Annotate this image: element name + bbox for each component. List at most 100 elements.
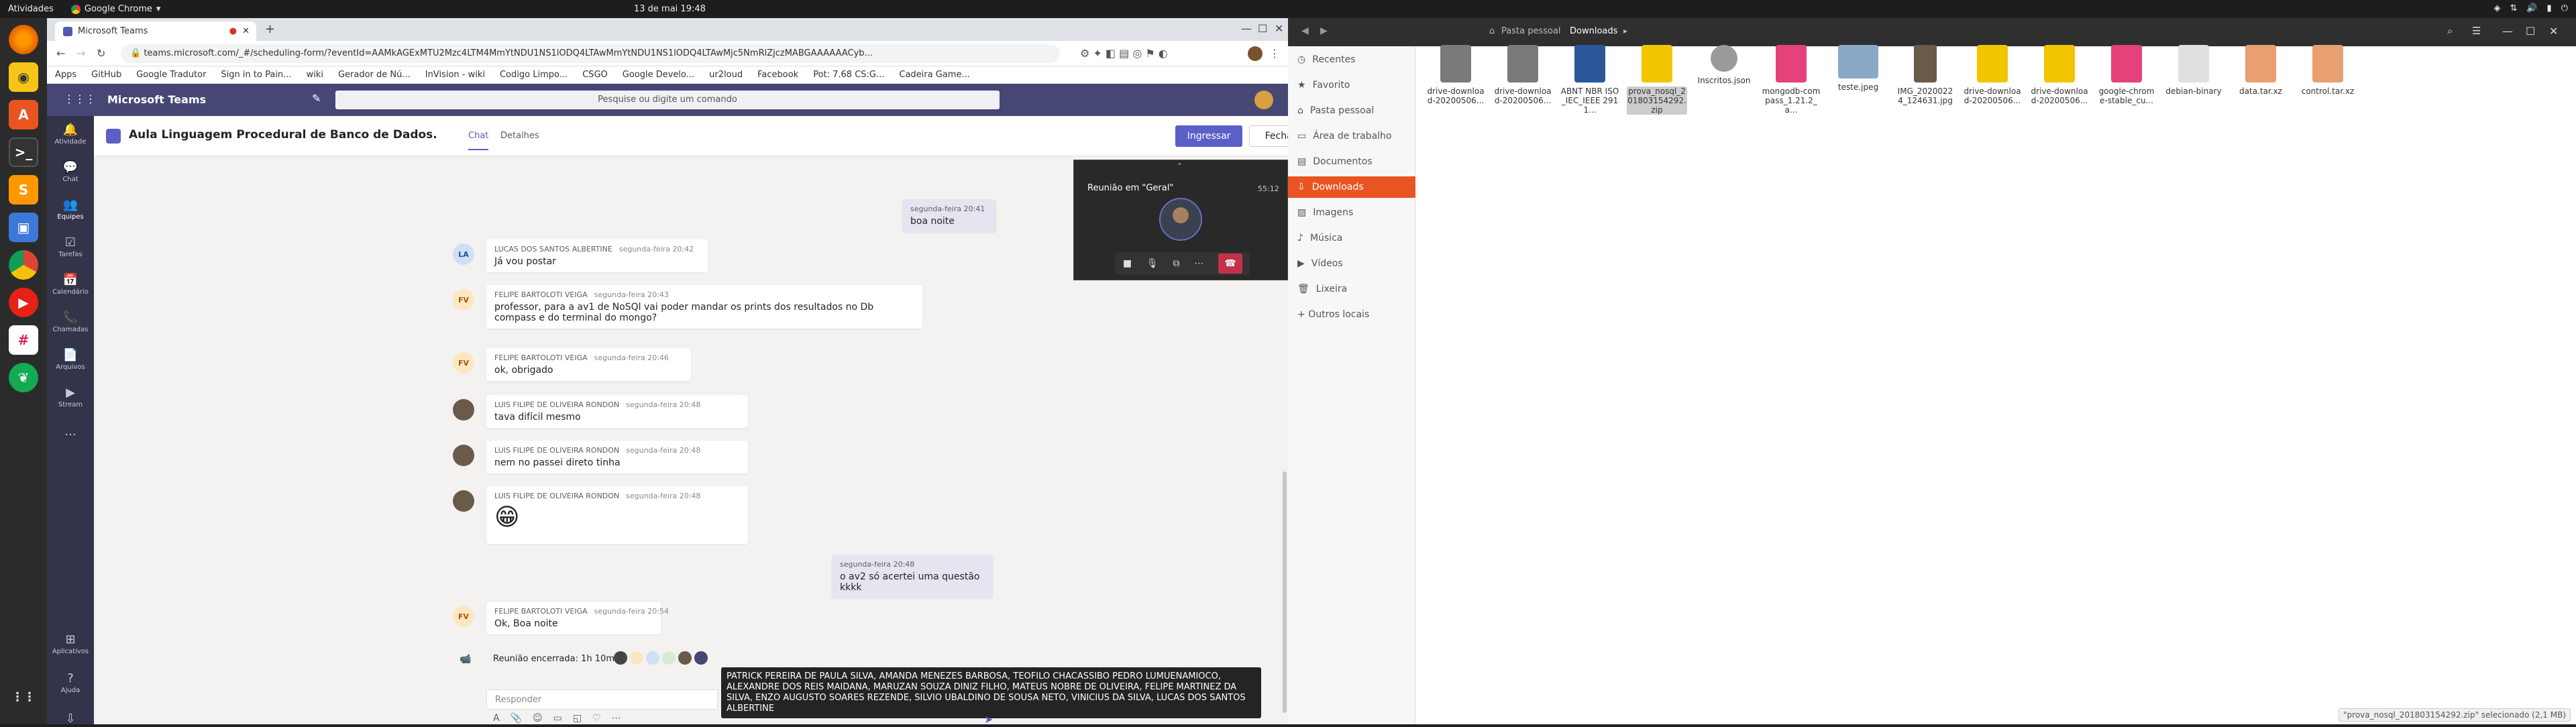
chrome-menu-icon[interactable]: ⋮ [1269, 47, 1280, 60]
join-button[interactable]: Ingressar [1175, 125, 1242, 147]
call-more-icon[interactable]: ⋯ [1194, 258, 1203, 269]
app-launcher-icon[interactable]: ⋮⋮⋮ [64, 93, 96, 105]
back-icon[interactable]: ← [56, 47, 65, 60]
software-center-icon[interactable]: A [9, 100, 38, 129]
tab-teams[interactable]: Microsoft Teams ● ✕ [55, 21, 256, 41]
rail-teams[interactable]: 👥 Equipes [47, 198, 94, 221]
vscode-icon[interactable]: ▣ [9, 213, 38, 242]
praise-icon[interactable]: ♡ [592, 713, 601, 724]
sidebar-item-desktop[interactable]: ▭ Área de trabalho [1288, 125, 1415, 147]
bookmark-google-develo[interactable]: Google Develo... [623, 70, 694, 80]
minimize-icon[interactable]: — [1241, 22, 1252, 35]
sublime-icon[interactable]: S [9, 175, 38, 205]
file-item[interactable]: IMG_20200224_124631.jpg [1895, 45, 1955, 105]
file-item[interactable]: drive-download-20200506... [2029, 45, 2090, 105]
tab-details[interactable]: Detalhes [500, 131, 539, 141]
show-apps-icon[interactable]: ⋮⋮ [9, 682, 38, 712]
chat-scrollbar[interactable] [1283, 471, 1287, 713]
tab-chat[interactable]: Chat [468, 131, 489, 150]
chrome-dock-icon[interactable] [9, 250, 38, 280]
new-chat-icon[interactable]: ✎ [312, 92, 321, 105]
file-item[interactable]: ABNT NBR ISO_IEC_IEEE 2911... [1560, 45, 1620, 115]
rail-tasks[interactable]: ☑ Tarefas [47, 235, 94, 258]
close-tab-icon[interactable]: ✕ [242, 26, 250, 36]
sidebar-item-lixeira[interactable]: 🗑 Lixeira [1288, 278, 1415, 300]
user-avatar[interactable] [1254, 91, 1273, 109]
rail-download[interactable]: ⇩ [47, 712, 94, 727]
bookmark-wiki[interactable]: wiki [307, 70, 323, 80]
emoji-icon[interactable]: ☺ [533, 713, 543, 724]
file-item[interactable]: drive-download-20200506... [1962, 45, 2023, 105]
sidebar-item-videos[interactable]: ▶ Vídeos [1288, 253, 1415, 274]
maximize-icon[interactable]: ☐ [1258, 22, 1267, 35]
bookmark-sign-in[interactable]: Sign in to Pain... [221, 70, 291, 80]
share-screen-icon[interactable]: ⧉ [1173, 258, 1180, 269]
file-item[interactable]: data.tar.xz [2231, 45, 2291, 96]
rail-stream[interactable]: ▶ Stream [47, 386, 94, 408]
bookmark-apps[interactable]: Apps [55, 70, 76, 80]
sidebar-item-favorito[interactable]: ★ Favorito [1288, 74, 1415, 96]
sticker-icon[interactable]: ◱ [573, 713, 582, 724]
microphone-icon[interactable]: 🎙 [1146, 258, 1159, 269]
breadcrumb-downloads[interactable]: Downloads [1570, 26, 1617, 36]
file-item[interactable]: teste.jpeg [1828, 45, 1888, 92]
bookmark-pot[interactable]: Pot: 7.68 CS:G... [813, 70, 884, 80]
file-item[interactable]: mongodb-compass_1.21.2_a... [1761, 45, 1821, 115]
more-options-icon[interactable]: ⋯ [612, 713, 621, 724]
attach-icon[interactable]: 📎 [511, 713, 522, 724]
firefox-icon[interactable] [9, 25, 38, 54]
search-input[interactable]: Pesquise ou digite um comando [335, 91, 1000, 109]
sidebar-item-documentos[interactable]: ▤ Documentos [1288, 151, 1415, 172]
sidebar-item-downloads[interactable]: ⇩ Downloads [1288, 176, 1415, 198]
network-icon[interactable]: ⇅ [2510, 3, 2517, 13]
extensions-icon[interactable]: ⚙ ✦ ◧ ▤ ◎ ⚑ ◐ [1080, 47, 1168, 60]
sidebar-item-recentes[interactable]: ◷ Recentes [1288, 49, 1415, 70]
breadcrumb-chevron-icon[interactable]: ▸ [1623, 26, 1627, 36]
forward-icon[interactable]: ▶ [1320, 25, 1328, 36]
activities-button[interactable]: Atividades [8, 4, 54, 14]
sidebar-item-outros-locais[interactable]: + Outros locais [1288, 304, 1415, 325]
sidebar-item-imagens[interactable]: ▨ Imagens [1288, 202, 1415, 223]
file-item[interactable]: google-chrome-stable_cu... [2096, 45, 2157, 105]
search-icon[interactable]: ⌕ [2447, 25, 2453, 37]
new-tab-button[interactable]: + [265, 22, 275, 36]
breadcrumb-home[interactable]: Pasta pessoal [1501, 26, 1561, 36]
bookmark-facebook[interactable]: Facebook [757, 70, 798, 80]
address-bar[interactable]: 🔒 teams.microsoft.com/_#/scheduling-form… [121, 44, 1060, 63]
bookmark-google-tradutor[interactable]: Google Tradutor [136, 70, 206, 80]
mongodb-icon[interactable]: ❦ [9, 363, 38, 392]
send-icon[interactable]: ➤ [984, 713, 993, 726]
file-item[interactable]: drive-download-20200506... [1426, 45, 1486, 105]
hang-up-button[interactable]: ☎ [1218, 254, 1243, 274]
rhythmbox-icon[interactable]: ◉ [9, 62, 38, 92]
rail-activity[interactable]: 🔔 Atividade [47, 123, 94, 146]
dropbox-icon[interactable]: ◈ [2493, 3, 2500, 13]
power-icon[interactable]: ⏻ [2561, 3, 2568, 13]
file-item[interactable]: Inscritos.json [1694, 45, 1754, 85]
slack-icon[interactable]: # [9, 325, 38, 355]
rail-calendar[interactable]: 📅 Calendário [47, 273, 94, 296]
reply-input[interactable]: Responder [486, 689, 718, 710]
file-item[interactable]: control.tar.xz [2298, 45, 2358, 96]
volume-icon[interactable]: 🔊 [2526, 3, 2537, 13]
profile-avatar[interactable] [1248, 46, 1263, 61]
expand-call-icon[interactable]: ⌃ [1177, 162, 1183, 170]
rail-apps[interactable]: ⊞ Aplicativos [47, 632, 94, 655]
youtube-music-icon[interactable]: ▶ [9, 288, 38, 317]
close-window-icon[interactable]: ✕ [2549, 25, 2558, 38]
bookmark-invision[interactable]: InVision - wiki [425, 70, 485, 80]
gif-icon[interactable]: ▭ [553, 713, 562, 724]
clock[interactable]: 13 de mai 19:48 [634, 4, 706, 14]
participant-avatars[interactable] [614, 651, 708, 665]
bookmark-ur2loud[interactable]: ur2loud [709, 70, 743, 80]
reload-icon[interactable]: ↻ [97, 47, 105, 60]
bookmark-cadeira[interactable]: Cadeira Game... [899, 70, 969, 80]
forward-icon[interactable]: → [76, 47, 85, 60]
maximize-icon[interactable]: ☐ [2526, 25, 2535, 38]
rail-calls[interactable]: 📞 Chamadas [47, 311, 94, 333]
app-menu[interactable]: Google Chrome ▾ [70, 4, 160, 14]
back-icon[interactable]: ◀ [1301, 25, 1309, 36]
bookmark-github[interactable]: GitHub [91, 70, 121, 80]
terminal-icon[interactable]: >_ [9, 137, 38, 167]
rail-more[interactable]: ... [47, 425, 94, 440]
